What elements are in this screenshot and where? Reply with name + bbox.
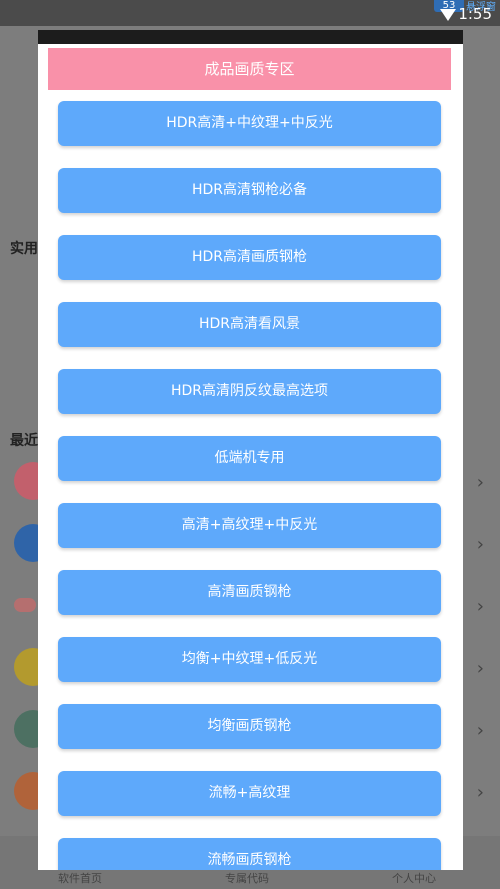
preset-button[interactable]: HDR高清钢枪必备 <box>58 168 441 213</box>
nav-codes[interactable]: 专属代码 <box>225 870 269 886</box>
dialog-top-bar <box>38 30 463 44</box>
preset-button[interactable]: 均衡画质钢枪 <box>58 704 441 749</box>
preset-button[interactable]: 流畅+高纹理 <box>58 771 441 816</box>
status-bar: 53 悬浮窗 1:55 <box>0 0 500 26</box>
chevron-right-icon: › <box>476 782 484 803</box>
chevron-right-icon: › <box>476 596 484 617</box>
preset-button[interactable]: HDR高清阴反纹最高选项 <box>58 369 441 414</box>
dialog-header: 成品画质专区 <box>48 48 451 90</box>
section-recent-heading: 最近 <box>10 433 38 449</box>
preset-button[interactable]: 流畅画质钢枪 <box>58 838 441 870</box>
preset-list[interactable]: HDR高清+中纹理+中反光 HDR高清钢枪必备 HDR高清画质钢枪 HDR高清看… <box>58 101 441 870</box>
clock: 1:55 <box>458 5 492 23</box>
preset-button[interactable]: 高清+高纹理+中反光 <box>58 503 441 548</box>
preset-button[interactable]: HDR高清画质钢枪 <box>58 235 441 280</box>
preset-button[interactable]: 均衡+中纹理+低反光 <box>58 637 441 682</box>
preset-dialog: 成品画质专区 HDR高清+中纹理+中反光 HDR高清钢枪必备 HDR高清画质钢枪… <box>38 30 463 870</box>
preset-button[interactable]: HDR高清看风景 <box>58 302 441 347</box>
preset-button[interactable]: 高清画质钢枪 <box>58 570 441 615</box>
chevron-right-icon: › <box>476 534 484 555</box>
chevron-right-icon: › <box>476 658 484 679</box>
chevron-right-icon: › <box>476 720 484 741</box>
preset-button[interactable]: HDR高清+中纹理+中反光 <box>58 101 441 146</box>
wifi-icon <box>440 9 456 21</box>
recent-app-icon <box>14 598 36 612</box>
preset-button[interactable]: 低端机专用 <box>58 436 441 481</box>
nav-home[interactable]: 软件首页 <box>58 870 102 886</box>
chevron-right-icon: › <box>476 472 484 493</box>
nav-profile[interactable]: 个人中心 <box>392 870 436 886</box>
section-practical-heading: 实用 <box>10 241 38 257</box>
